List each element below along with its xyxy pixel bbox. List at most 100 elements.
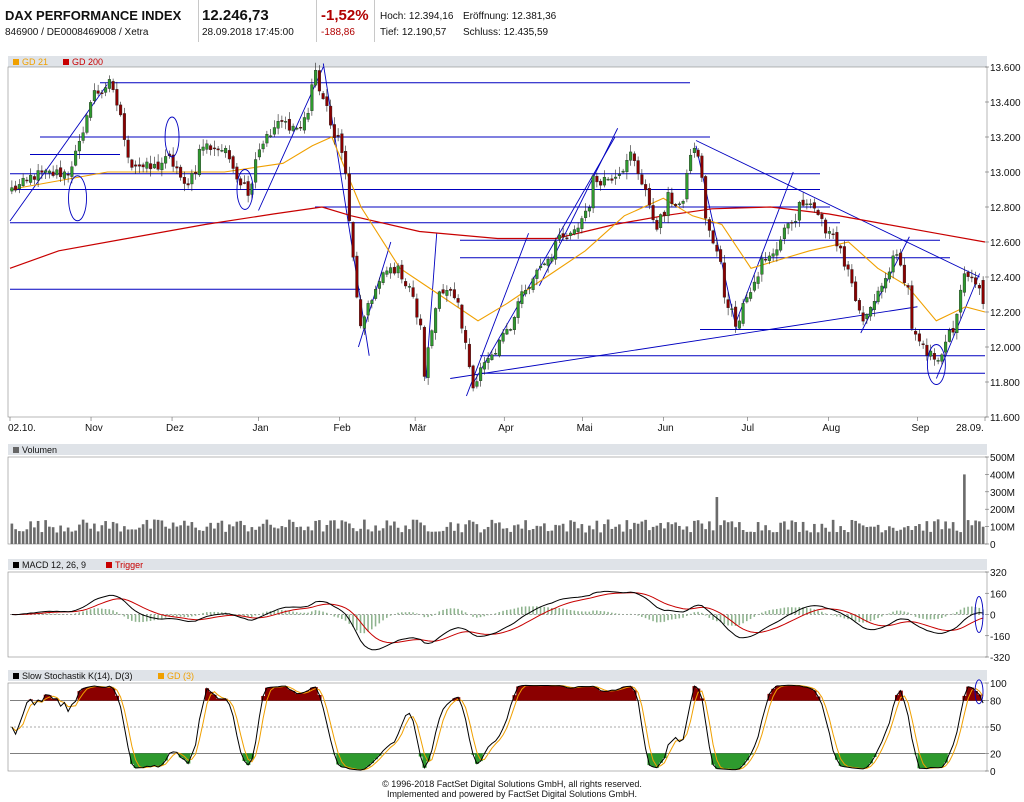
- macd-histogram-bar: [784, 608, 786, 615]
- candle-body: [487, 358, 490, 362]
- volume-bar: [652, 527, 655, 544]
- macd-histogram-bar: [592, 611, 594, 615]
- oversold-fill: [153, 753, 157, 765]
- overbought-fill: [606, 691, 610, 701]
- candle-body: [479, 368, 482, 381]
- candle-body: [464, 330, 467, 342]
- candle-body: [123, 113, 126, 139]
- price-x-tick-label: Jul: [741, 423, 754, 434]
- candle-body: [911, 286, 914, 329]
- macd-histogram-bar: [892, 612, 894, 615]
- macd-histogram-bar: [521, 607, 523, 615]
- quote-header: DAX PERFORMANCE INDEX 846900 / DE0008469…: [0, 0, 1024, 42]
- volume-bar: [813, 524, 816, 544]
- gd200-legend-label: GD 200: [72, 57, 103, 67]
- macd-histogram-bar: [304, 613, 306, 615]
- candle-body: [198, 149, 201, 175]
- overbought-fill: [595, 688, 599, 701]
- candle-body: [536, 270, 539, 279]
- candle-body: [577, 228, 580, 232]
- candle-body: [419, 319, 422, 325]
- macd-histogram-bar: [124, 615, 126, 617]
- volume-bar: [937, 519, 940, 544]
- macd-histogram-bar: [911, 615, 913, 616]
- volume-bar: [423, 525, 426, 544]
- candle-body: [854, 282, 857, 301]
- volume-bar: [123, 526, 126, 544]
- instrument-name: DAX PERFORMANCE INDEX: [5, 8, 181, 23]
- candle-body: [74, 151, 77, 165]
- macd-histogram-bar: [596, 610, 598, 614]
- candle-body: [746, 297, 749, 302]
- volume-bar: [333, 520, 336, 544]
- volume-bar: [551, 531, 554, 544]
- macd-histogram-bar: [814, 609, 816, 614]
- overbought-fill: [280, 686, 284, 700]
- volume-bar: [881, 532, 884, 544]
- macd-histogram-bar: [101, 609, 103, 615]
- macd-histogram-bar: [979, 608, 981, 615]
- volume-bar: [292, 522, 295, 544]
- candle-body: [153, 164, 156, 168]
- macd-histogram-bar: [90, 609, 92, 614]
- oversold-fill: [734, 753, 738, 769]
- volume-bar: [284, 527, 287, 544]
- candle-body: [494, 353, 497, 354]
- candle-body: [528, 287, 531, 288]
- volume-bar: [704, 529, 707, 544]
- candle-body: [588, 208, 591, 211]
- volume-bar: [131, 529, 134, 544]
- macd-histogram-bar: [439, 611, 441, 614]
- candle-body: [404, 281, 407, 286]
- candle-body: [389, 268, 392, 273]
- macd-histogram-bar: [742, 615, 744, 624]
- volume-title: Volumen: [22, 445, 57, 455]
- overbought-fill: [610, 690, 614, 700]
- macd-histogram-bar: [300, 613, 302, 615]
- candle-body: [299, 127, 302, 128]
- macd-histogram-bar: [251, 615, 253, 618]
- macd-histogram-bar: [416, 613, 418, 614]
- macd-histogram-bar: [176, 615, 178, 617]
- volume-bar: [708, 521, 711, 544]
- macd-histogram-bar: [315, 610, 317, 614]
- price-x-tick-label: 02.10.: [8, 423, 36, 434]
- macd-histogram-bar: [386, 615, 388, 618]
- volume-bar: [438, 531, 441, 544]
- macd-histogram-bar: [945, 615, 947, 617]
- chart-canvas: GD 21GD 20013.60013.40013.20013.00012.80…: [0, 42, 1024, 802]
- volume-bar: [648, 530, 651, 544]
- volume-bar: [412, 520, 415, 544]
- overbought-fill: [93, 686, 97, 701]
- candle-body: [896, 254, 899, 255]
- macd-histogram-bar: [502, 611, 504, 615]
- volume-bar: [779, 523, 782, 544]
- candle-body: [142, 165, 145, 167]
- macd-histogram-bar: [641, 615, 643, 617]
- price-y-tick-label: 13.000: [990, 168, 1021, 179]
- candle-body: [626, 160, 629, 172]
- volume-bar: [277, 528, 280, 544]
- volume-bar: [288, 520, 291, 544]
- candle-body: [44, 171, 47, 173]
- volume-y-tick-label: 0: [990, 540, 996, 551]
- macd-histogram-bar: [604, 611, 606, 614]
- macd-histogram-bar: [589, 612, 591, 615]
- macd-y-tick-label: 320: [990, 568, 1007, 579]
- volume-bar: [532, 529, 535, 544]
- volume-bar: [614, 527, 617, 544]
- macd-histogram-bar: [322, 612, 324, 615]
- volume-bar: [524, 520, 527, 544]
- overbought-fill: [805, 687, 809, 700]
- volume-bar: [674, 522, 677, 544]
- low-value: 12.190,57: [402, 27, 447, 38]
- macd-histogram-bar: [454, 608, 456, 614]
- candle-body: [386, 271, 389, 275]
- candle-body: [674, 204, 677, 206]
- overbought-fill: [794, 686, 798, 701]
- candle-body: [652, 205, 655, 219]
- candle-body: [206, 144, 209, 150]
- price-panel: GD 21GD 20013.60013.40013.20013.00012.80…: [8, 56, 1021, 434]
- macd-histogram-bar: [881, 615, 883, 617]
- volume-bar: [607, 520, 610, 544]
